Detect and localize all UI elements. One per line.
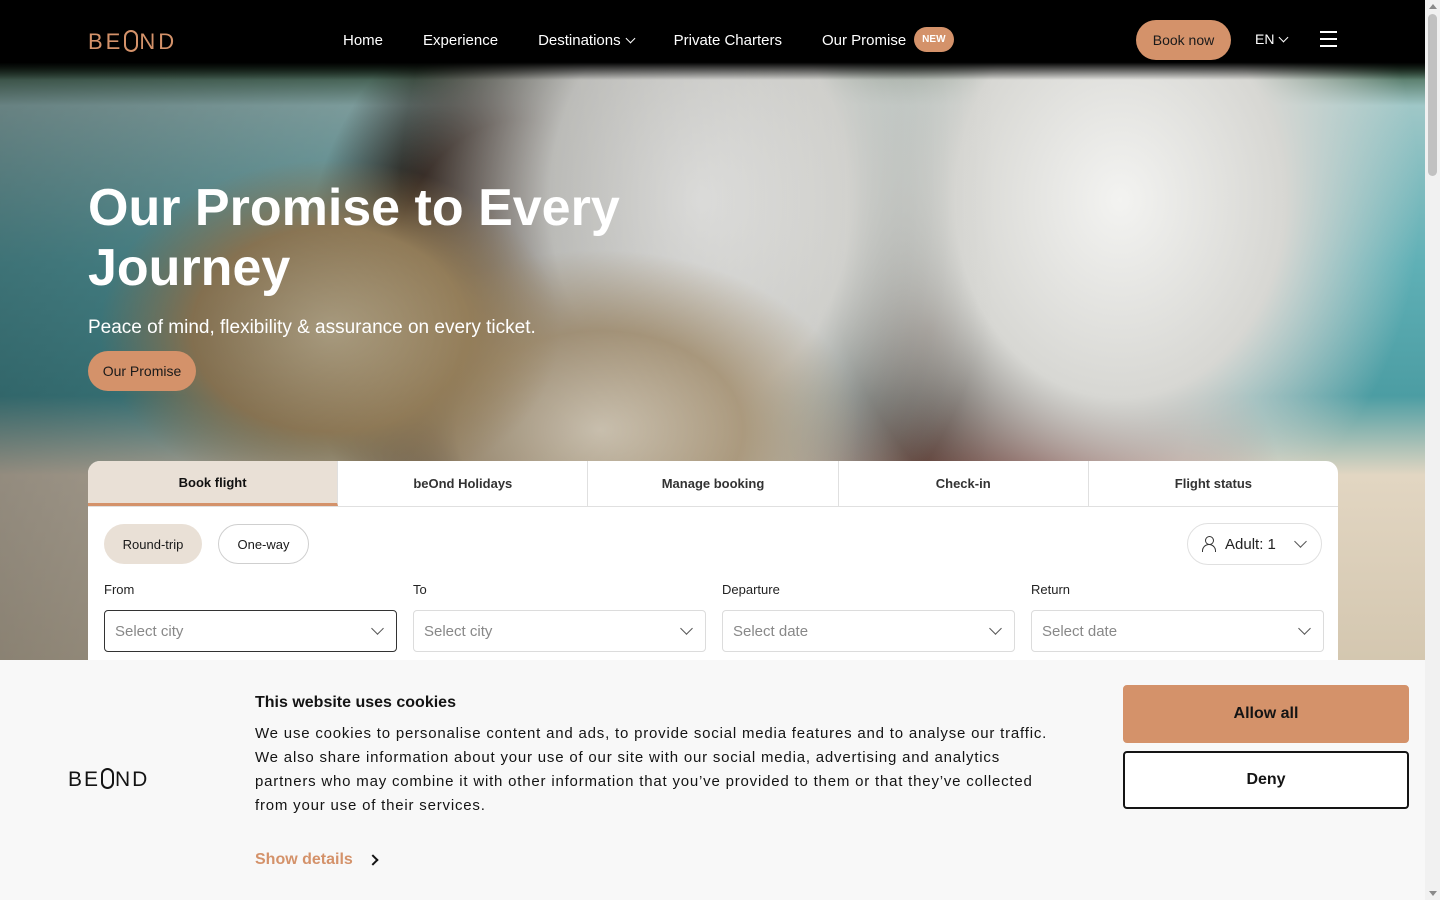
cookie-banner-logo: BE ND — [68, 768, 149, 792]
nav-link-destinations-label: Destinations — [538, 32, 621, 49]
tab-flight-status[interactable]: Flight status — [1089, 461, 1338, 506]
return-label: Return — [1031, 582, 1071, 597]
to-city-select[interactable]: Select city — [413, 610, 706, 652]
nav-link-private-charters[interactable]: Private Charters — [674, 32, 782, 49]
cookie-title: This website uses cookies — [255, 694, 456, 711]
show-details-label: Show details — [255, 851, 353, 868]
return-field-group: Return Select date — [1031, 582, 1324, 652]
cookie-logo-text-end: ND — [115, 768, 150, 791]
from-label: From — [104, 582, 135, 597]
tab-check-in[interactable]: Check-in — [839, 461, 1089, 506]
scroll-thumb[interactable] — [1428, 14, 1437, 176]
return-placeholder: Select date — [1042, 622, 1118, 640]
hero-title: Our Promise to Every Journey — [88, 179, 620, 297]
tab-book-flight[interactable]: Book flight — [88, 461, 339, 506]
cookie-logo-o-glyph — [101, 768, 115, 789]
cookie-description: We use cookies to personalise content an… — [255, 725, 1048, 814]
to-label: To — [413, 582, 427, 597]
from-city-select[interactable]: Select city — [104, 610, 397, 652]
logo-text-start: BE — [88, 29, 124, 54]
search-fields: From Select city To Select city Departur… — [104, 582, 1340, 652]
departure-date-select[interactable]: Select date — [722, 610, 1015, 652]
our-promise-button[interactable]: Our Promise — [88, 351, 196, 391]
passenger-count: Adult: 1 — [1225, 535, 1276, 553]
language-label: EN — [1255, 31, 1275, 47]
nav-link-destinations[interactable]: Destinations — [538, 32, 636, 49]
chevron-down-icon — [680, 622, 693, 635]
chevron-down-icon — [371, 622, 384, 635]
to-placeholder: Select city — [424, 622, 493, 640]
departure-label: Departure — [722, 582, 780, 597]
logo-o-glyph — [124, 30, 139, 52]
from-placeholder: Select city — [115, 622, 184, 640]
chevron-right-icon — [367, 854, 379, 866]
chevron-down-icon — [625, 33, 636, 44]
nav-link-our-promise[interactable]: Our Promise NEW — [821, 27, 954, 52]
chevron-down-icon — [1294, 535, 1307, 548]
tab-beond-holidays[interactable]: beOnd Holidays — [338, 461, 589, 506]
tab-manage-booking[interactable]: Manage booking — [588, 461, 839, 506]
hamburger-menu-icon[interactable] — [1320, 31, 1337, 47]
logo-text-end: ND — [139, 29, 178, 54]
from-field-group: From Select city — [104, 582, 397, 652]
nav-link-experience[interactable]: Experience — [423, 32, 498, 49]
departure-field-group: Departure Select date — [722, 582, 1015, 652]
cookie-logo-text-start: BE — [68, 768, 101, 791]
book-now-button[interactable]: Book now — [1136, 20, 1231, 60]
person-icon — [1202, 536, 1216, 552]
deny-button[interactable]: Deny — [1123, 751, 1409, 809]
chevron-down-icon — [1298, 622, 1311, 635]
beond-logo[interactable]: BE ND — [88, 29, 177, 55]
round-trip-toggle[interactable]: Round-trip — [104, 524, 202, 564]
main-menu: Home Experience Destinations Private Cha… — [343, 27, 994, 52]
one-way-toggle[interactable]: One-way — [218, 524, 309, 564]
chevron-down-icon — [989, 622, 1002, 635]
passenger-selector[interactable]: Adult: 1 — [1187, 523, 1322, 565]
top-navigation: BE ND Home Experience Destinations Privat… — [0, 0, 1425, 80]
trip-type-row: Round-trip One-way Adult: 1 — [88, 507, 1338, 577]
nav-link-our-promise-label: Our Promise — [821, 32, 907, 49]
scroll-up-arrow-icon[interactable] — [1429, 4, 1437, 9]
booking-tabs: Book flight beOnd Holidays Manage bookin… — [88, 461, 1338, 507]
show-details-link[interactable]: Show details — [255, 851, 379, 869]
booking-widget: Book flight beOnd Holidays Manage bookin… — [88, 461, 1338, 671]
nav-link-home[interactable]: Home — [343, 32, 383, 49]
chevron-down-icon — [1279, 32, 1289, 42]
scroll-down-arrow-icon[interactable] — [1429, 891, 1437, 896]
page-scrollbar[interactable] — [1425, 0, 1440, 900]
departure-placeholder: Select date — [733, 622, 809, 640]
return-date-select[interactable]: Select date — [1031, 610, 1324, 652]
hero-subtitle: Peace of mind, flexibility & assurance o… — [88, 317, 536, 338]
new-badge: NEW — [914, 27, 954, 52]
allow-all-button[interactable]: Allow all — [1123, 685, 1409, 743]
language-selector[interactable]: EN — [1255, 31, 1289, 47]
to-field-group: To Select city — [413, 582, 706, 652]
